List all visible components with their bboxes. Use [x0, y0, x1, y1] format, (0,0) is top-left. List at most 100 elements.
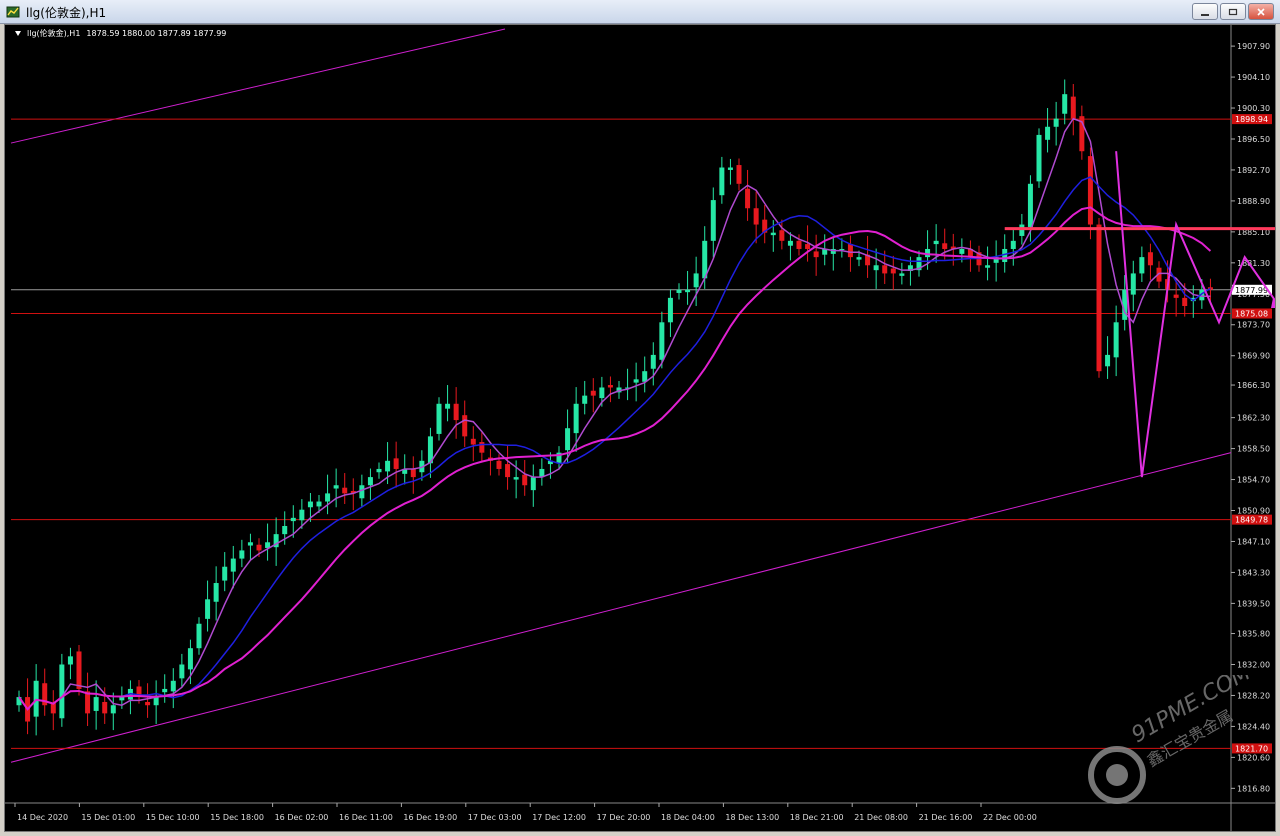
candle-body — [119, 697, 125, 701]
window-controls — [1192, 3, 1274, 20]
candle-body — [667, 297, 673, 323]
candle-body — [599, 387, 605, 399]
candle-body — [1130, 273, 1136, 295]
candle-body — [170, 680, 176, 692]
candle-body — [359, 485, 365, 499]
level-label: 1875.08 — [1235, 310, 1268, 319]
y-tick-label: 1862.30 — [1237, 414, 1270, 423]
candle-body — [102, 701, 108, 714]
candle-body — [813, 251, 819, 258]
candle-body — [753, 208, 759, 225]
candle-body — [436, 403, 442, 434]
candle-body — [796, 240, 802, 249]
y-tick-label: 1832.00 — [1237, 660, 1270, 669]
candle-body — [942, 243, 948, 249]
candle-body — [1113, 322, 1119, 358]
candle-body — [1096, 224, 1102, 372]
window-titlebar: llg(伦敦金),H1 — [0, 0, 1280, 24]
candle-body — [573, 403, 579, 434]
candle-body — [590, 390, 596, 396]
candle-body — [1036, 134, 1042, 182]
candle-body — [316, 501, 322, 507]
y-tick-label: 1907.90 — [1237, 42, 1270, 51]
candle-body — [187, 648, 193, 670]
close-button[interactable] — [1248, 3, 1274, 20]
close-icon — [1257, 7, 1265, 16]
candle-body — [959, 248, 965, 254]
candle-body — [736, 165, 742, 184]
candle-body — [247, 542, 253, 546]
candle-body — [1087, 156, 1093, 225]
x-tick-label: 21 Dec 16:00 — [919, 813, 973, 822]
candle-body — [76, 651, 82, 689]
candle-body — [770, 232, 776, 236]
x-tick-label: 15 Dec 01:00 — [81, 813, 135, 822]
candle-body — [582, 395, 588, 404]
candle-body — [462, 415, 468, 437]
x-tick-label: 17 Dec 12:00 — [532, 813, 586, 822]
minimize-icon — [1201, 13, 1209, 16]
x-tick-label: 15 Dec 18:00 — [210, 813, 264, 822]
candle-body — [59, 664, 65, 719]
candle-body — [385, 460, 391, 472]
watermark-logo: 91PME.COM 鑫汇宝贵金属 — [1088, 675, 1255, 804]
candle-body — [1139, 257, 1145, 274]
candle-body — [145, 701, 151, 706]
candle-body — [839, 248, 845, 250]
candle-body — [856, 257, 862, 260]
y-tick-label: 1850.90 — [1237, 507, 1270, 516]
x-tick-label: 16 Dec 11:00 — [339, 813, 393, 822]
candle-body — [899, 273, 905, 276]
candle-body — [213, 583, 219, 602]
candle-body — [985, 265, 991, 268]
candle-body — [530, 477, 536, 491]
x-tick-label: 14 Dec 2020 — [17, 813, 68, 822]
level-label: 1849.78 — [1235, 516, 1268, 525]
candle-body — [470, 438, 476, 445]
candle-body — [342, 487, 348, 494]
candle-body — [333, 485, 339, 489]
candle-body — [1027, 183, 1033, 227]
upper-channel-line — [10, 28, 506, 144]
candle-body — [290, 517, 296, 522]
y-tick-label: 1835.80 — [1237, 630, 1270, 639]
restore-icon — [1228, 8, 1238, 15]
minimize-button[interactable] — [1192, 3, 1218, 20]
candle-body — [93, 697, 99, 711]
candle-body — [890, 268, 896, 274]
candle-body — [1173, 294, 1179, 298]
x-tick-label: 17 Dec 20:00 — [597, 813, 651, 822]
y-tick-label: 1888.90 — [1237, 197, 1270, 206]
candle-body — [1053, 118, 1059, 127]
annotation-arrowhead — [1271, 298, 1275, 309]
y-tick-label: 1858.50 — [1237, 445, 1270, 454]
candle-body — [367, 477, 373, 486]
candle-body — [659, 322, 665, 360]
candle-body — [162, 688, 168, 693]
y-tick-label: 1896.50 — [1237, 135, 1270, 144]
chart-window[interactable]: 1907.90 1904.10 1900.30 1896.50 1892.70 1888.… — [4, 24, 1276, 832]
candle-body — [642, 371, 648, 382]
y-tick-label: 1839.50 — [1237, 599, 1270, 608]
x-tick-label: 16 Dec 02:00 — [275, 813, 329, 822]
candle-body — [847, 244, 853, 258]
candle-body — [479, 442, 485, 453]
candle-body — [513, 477, 519, 480]
candle-body — [239, 550, 245, 559]
candle-body — [607, 385, 613, 388]
candle-body — [1070, 96, 1076, 119]
candle-body — [779, 230, 785, 241]
restore-button[interactable] — [1220, 3, 1246, 20]
candle-body — [153, 697, 159, 706]
candle-body — [676, 289, 682, 293]
candle-body — [933, 240, 939, 245]
current-price-label: 1877.99 — [1235, 286, 1268, 295]
candle-body — [376, 468, 382, 473]
y-tick-label: 1904.10 — [1237, 73, 1270, 82]
candle-body — [1062, 94, 1068, 114]
candle-body — [522, 474, 528, 486]
dropdown-triangle-icon[interactable] — [15, 31, 21, 36]
chart-ohlc: 1878.59 1880.00 1877.89 1877.99 — [86, 29, 227, 38]
candle-body — [505, 464, 511, 478]
lower-channel-line — [10, 452, 1232, 763]
